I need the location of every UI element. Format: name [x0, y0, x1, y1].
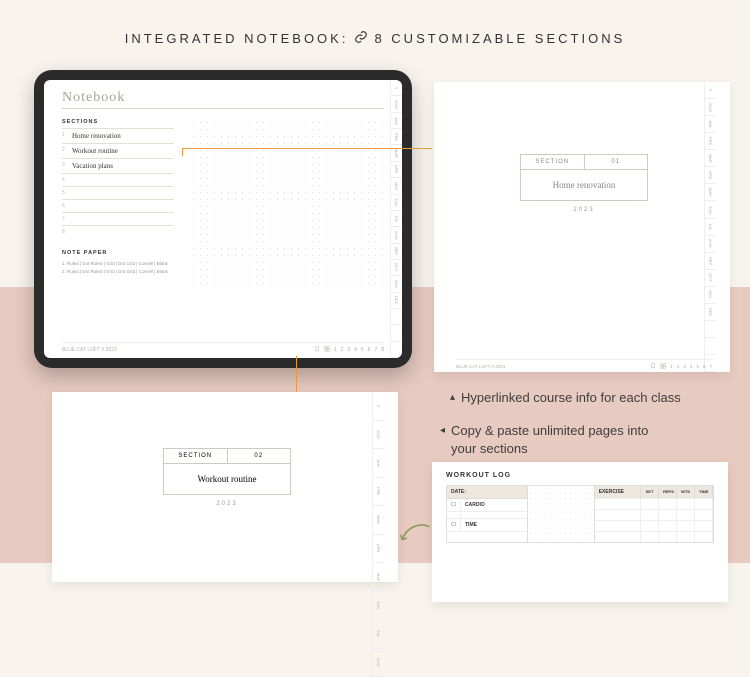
- section-link[interactable]: 6: [62, 199, 174, 212]
- bookmark-icon[interactable]: [314, 346, 320, 354]
- section-page-01: ≡2023 JANFEB MARAPR MAYJUN JULAUG SEPOCT…: [434, 82, 730, 372]
- time-label: TIME: [461, 519, 527, 531]
- dot-grid-area: [190, 119, 384, 289]
- section-title: Home renovation: [521, 170, 647, 200]
- notepaper-options[interactable]: 2. Ruled | Dot Ruled | Grid | Dot Grid |…: [62, 268, 174, 276]
- section-pager[interactable]: 12 34 56 7: [650, 363, 712, 370]
- exercise-row[interactable]: [595, 498, 713, 509]
- section-header-box: SECTION 01 Home renovation: [520, 154, 648, 201]
- heading-part1: INTEGRATED NOTEBOOK:: [125, 31, 349, 46]
- page-footer: BLUE CAT LOFT // 2023 12 34 56 78: [62, 342, 384, 354]
- workout-log-title: WORKOUT LOG: [446, 472, 714, 479]
- exercise-row[interactable]: [595, 531, 713, 542]
- triangle-up-icon: ▴: [450, 390, 455, 403]
- connector-line: [182, 148, 432, 149]
- section-year: 2023: [74, 501, 380, 507]
- notebook-page: ≡2023 JANFEB MARAPR MAYJUN JULAUG SEPOCT…: [44, 80, 402, 358]
- date-field[interactable]: DATE:: [447, 486, 527, 499]
- section-pager[interactable]: 12 34 56 78: [314, 346, 384, 354]
- exercise-row[interactable]: [595, 509, 713, 520]
- section-link[interactable]: 7: [62, 212, 174, 225]
- checkbox[interactable]: ☐: [447, 499, 461, 511]
- section-title: Workout routine: [164, 464, 290, 494]
- section-link[interactable]: 5: [62, 186, 174, 199]
- triangle-left-icon: ◂: [440, 422, 445, 438]
- cardio-label: CARDIO: [461, 499, 527, 511]
- grid-icon[interactable]: [324, 346, 330, 354]
- notepaper-heading: NOTE PAPER: [62, 250, 174, 256]
- sections-heading: SECTIONS: [62, 119, 174, 125]
- section-year: 2023: [456, 207, 712, 213]
- workout-log-page: WORKOUT LOG DATE: ☐CARDIO ☐TIME EXERCISE…: [432, 462, 728, 602]
- bookmark-icon[interactable]: [650, 363, 656, 370]
- section-header-box: SECTION 02 Workout routine: [163, 448, 291, 495]
- section-link[interactable]: 1Home renovation: [62, 128, 174, 143]
- link-icon: [354, 30, 368, 47]
- page-heading: INTEGRATED NOTEBOOK: 8 CUSTOMIZABLE SECT…: [0, 30, 750, 47]
- checkbox[interactable]: ☐: [447, 519, 461, 531]
- page-footer: BLUE CAT LOFT // 2023 12 34 56 7: [456, 359, 712, 370]
- section-link[interactable]: 3Vacation plans: [62, 158, 174, 173]
- notebook-title: Notebook: [62, 90, 384, 106]
- exercise-row[interactable]: [595, 520, 713, 531]
- ipad-frame: ≡2023 JANFEB MARAPR MAYJUN JULAUG SEPOCT…: [34, 70, 412, 368]
- caption-hyperlinked: ▴ Hyperlinked course info for each class: [450, 390, 681, 405]
- section-page-02: ≡2023 JANFEB MARAPR MAYJUN JULAUG SECTIO…: [52, 392, 398, 582]
- heading-part2: 8 CUSTOMIZABLE SECTIONS: [374, 31, 625, 46]
- section-link[interactable]: 4: [62, 173, 174, 186]
- section-label: SECTION: [164, 449, 228, 464]
- chart-area: [527, 486, 594, 542]
- section-number: 01: [585, 155, 648, 170]
- section-link[interactable]: 2Workout routine: [62, 143, 174, 158]
- section-label: SECTION: [521, 155, 585, 170]
- curved-arrow-icon: [398, 522, 432, 546]
- caption-copy-paste: ◂ Copy & paste unlimited pages into your…: [440, 422, 670, 457]
- month-tabs[interactable]: ≡2023 JANFEB MARAPR MAYJUN JULAUG SEPOCT…: [704, 82, 716, 372]
- section-number: 02: [228, 449, 291, 464]
- section-link[interactable]: 8: [62, 225, 174, 238]
- month-tabs[interactable]: ≡2023 JANFEB MARAPR MAYJUN JULAUG SEPOCT…: [390, 80, 402, 358]
- notepaper-options[interactable]: 1. Ruled | Dot Ruled | Grid | Dot Grid |…: [62, 260, 174, 268]
- month-tabs[interactable]: ≡2023 JANFEB MARAPR MAYJUN JULAUG: [372, 392, 384, 677]
- grid-icon[interactable]: [660, 363, 666, 370]
- exercise-heading: EXERCISE: [595, 486, 641, 498]
